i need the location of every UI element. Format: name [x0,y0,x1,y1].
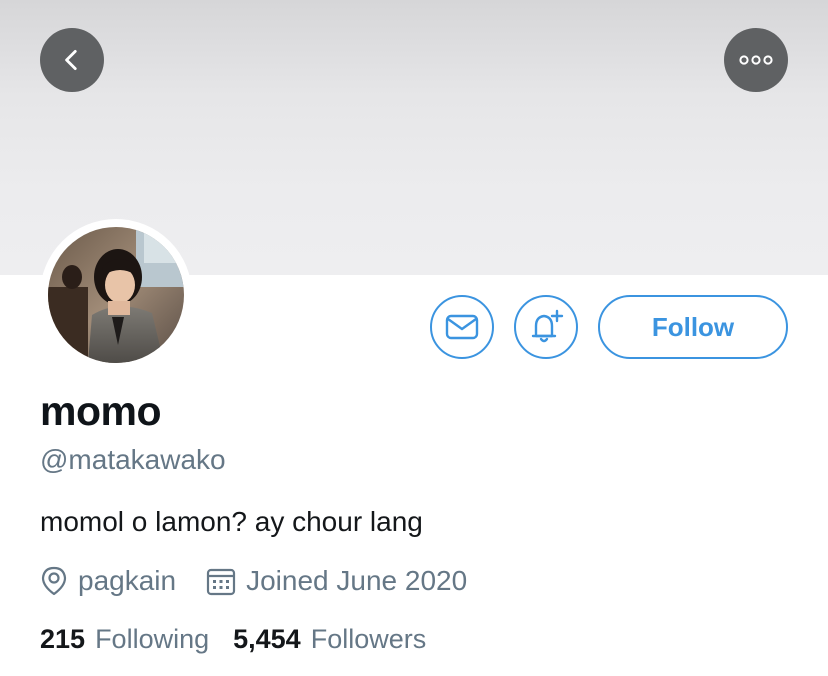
followers-link[interactable]: 5,454 Followers [233,624,426,655]
followers-count: 5,454 [233,624,301,654]
back-button[interactable] [40,28,104,92]
profile-meta: pagkain Joined June 2020 [40,563,467,599]
calendar-icon [206,568,236,596]
mail-icon [445,314,479,340]
following-label: Following [95,624,210,654]
following-link[interactable]: 215 Following [40,624,209,655]
display-name: momo [40,388,162,434]
location-text: pagkain [78,565,177,596]
avatar[interactable] [40,219,192,371]
followers-label: Followers [310,624,427,654]
message-button[interactable] [430,295,494,359]
more-horizontal-icon [739,55,773,65]
join-date: Joined June 2020 [206,565,467,597]
profile-bio: momol o lamon? ay chour lang [40,506,423,537]
join-date-text: Joined June 2020 [246,565,468,596]
more-options-button[interactable] [724,28,788,92]
follow-button[interactable]: Follow [598,295,788,359]
follow-stats: 215 Following 5,454 Followers [40,624,426,655]
location: pagkain [40,565,176,597]
following-count: 215 [40,624,86,654]
username-handle: @matakawako [40,444,226,475]
location-pin-icon [41,566,67,596]
chevron-left-icon [65,49,77,71]
avatar-photo [48,227,184,363]
notifications-button[interactable] [514,295,578,359]
bell-plus-icon [531,309,564,343]
